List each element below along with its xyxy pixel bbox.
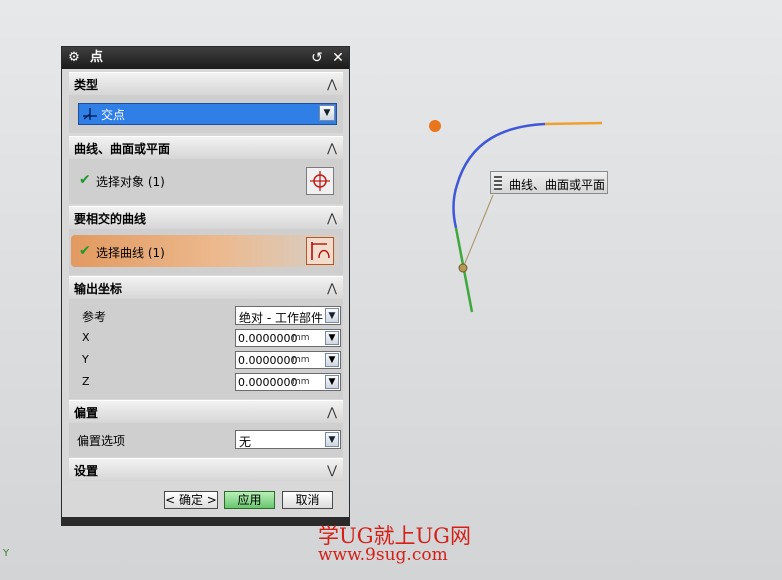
viewport-geometry [429, 120, 603, 313]
watermark-line2: www.9sug.com [318, 545, 448, 565]
selection-tooltip: 曲线、曲面或平面 [490, 171, 608, 194]
point-marker[interactable] [429, 120, 441, 132]
tooltip-text: 曲线、曲面或平面 [509, 178, 606, 192]
axis-y-label: Y [3, 548, 10, 559]
leader-line [462, 194, 494, 269]
grip-icon [494, 176, 502, 190]
intersection-point[interactable] [458, 263, 468, 273]
orange-line[interactable] [544, 121, 603, 126]
